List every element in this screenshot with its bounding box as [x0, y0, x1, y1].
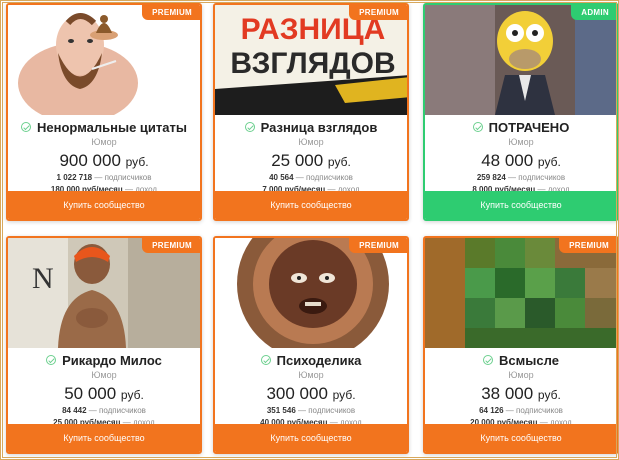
verified-check-icon	[260, 355, 271, 365]
community-avatar[interactable]: ADMIN	[425, 5, 617, 115]
svg-text:N: N	[32, 262, 54, 295]
community-avatar[interactable]: PREMIUM	[8, 5, 200, 115]
community-title[interactable]: Психоделика	[277, 353, 362, 368]
community-category: Юмор	[508, 370, 534, 380]
community-price: 25 000 руб.	[271, 151, 351, 170]
verified-check-icon	[46, 355, 57, 365]
community-avatar[interactable]: N PREMIUM	[8, 238, 200, 348]
premium-badge: PREMIUM	[349, 5, 407, 20]
buy-community-button[interactable]: Купить сообщество	[425, 424, 617, 452]
community-card: PREMIUM Ненормальные цитаты Юмор 900 000…	[6, 3, 202, 221]
community-price: 48 000 руб.	[481, 151, 561, 170]
buy-community-button[interactable]: Купить сообщество	[215, 191, 407, 219]
verified-check-icon	[21, 122, 32, 132]
subscribers-stat: 259 824 — подписчиков	[476, 173, 566, 182]
community-card: PREMIUM Всмысле Юмор 38 000 руб. 64 126 …	[423, 236, 619, 454]
admin-badge: ADMIN	[571, 5, 617, 20]
premium-badge: PREMIUM	[142, 5, 200, 20]
community-category: Юмор	[508, 137, 534, 147]
community-category: Юмор	[91, 370, 117, 380]
community-category: Юмор	[298, 137, 324, 147]
community-title[interactable]: Ненормальные цитаты	[37, 120, 187, 135]
community-price: 38 000 руб.	[481, 384, 561, 403]
community-card: РАЗНИЦА ВЗГЛЯДОВ PREMIUM Разница взглядо…	[213, 3, 409, 221]
community-avatar[interactable]: РАЗНИЦА ВЗГЛЯДОВ PREMIUM	[215, 5, 407, 115]
buy-community-button[interactable]: Купить сообщество	[215, 424, 407, 452]
community-avatar[interactable]: PREMIUM	[425, 238, 617, 348]
buy-community-button[interactable]: Купить сообщество	[8, 191, 200, 219]
verified-check-icon	[472, 122, 483, 132]
buy-community-button[interactable]: Купить сообщество	[8, 424, 200, 452]
community-card: PREMIUM Психоделика Юмор 300 000 руб. 35…	[213, 236, 409, 454]
community-price: 300 000 руб.	[266, 384, 356, 403]
subscribers-stat: 1 022 718 — подписчиков	[56, 173, 152, 182]
premium-badge: PREMIUM	[559, 238, 617, 253]
buy-community-button[interactable]: Купить сообщество	[425, 191, 617, 219]
community-title[interactable]: Разница взглядов	[261, 120, 378, 135]
community-card: ADMIN ПОТРАЧЕНО Юмор 48 000 руб. 259 824…	[423, 3, 619, 221]
premium-badge: PREMIUM	[349, 238, 407, 253]
verified-check-icon	[244, 122, 255, 132]
community-category: Юмор	[298, 370, 324, 380]
community-title[interactable]: Всмысле	[499, 353, 559, 368]
community-avatar[interactable]: PREMIUM	[215, 238, 407, 348]
community-category: Юмор	[91, 137, 117, 147]
premium-badge: PREMIUM	[142, 238, 200, 253]
subscribers-stat: 84 442 — подписчиков	[62, 406, 146, 415]
community-title[interactable]: Рикардо Милос	[62, 353, 162, 368]
community-card: N PREMIUM Рикардо Милос Юмор 50 000 руб.…	[6, 236, 202, 454]
community-price: 50 000 руб.	[64, 384, 144, 403]
poster-text-line2: ВЗГЛЯДОВ	[230, 47, 395, 80]
subscribers-stat: 351 546 — подписчиков	[266, 406, 356, 415]
subscribers-stat: 40 564 — подписчиков	[269, 173, 353, 182]
community-title[interactable]: ПОТРАЧЕНО	[489, 120, 570, 135]
verified-check-icon	[483, 355, 494, 365]
community-grid: PREMIUM Ненормальные цитаты Юмор 900 000…	[3, 3, 619, 457]
subscribers-stat: 64 126 — подписчиков	[479, 406, 563, 415]
community-price: 900 000 руб.	[59, 151, 149, 170]
